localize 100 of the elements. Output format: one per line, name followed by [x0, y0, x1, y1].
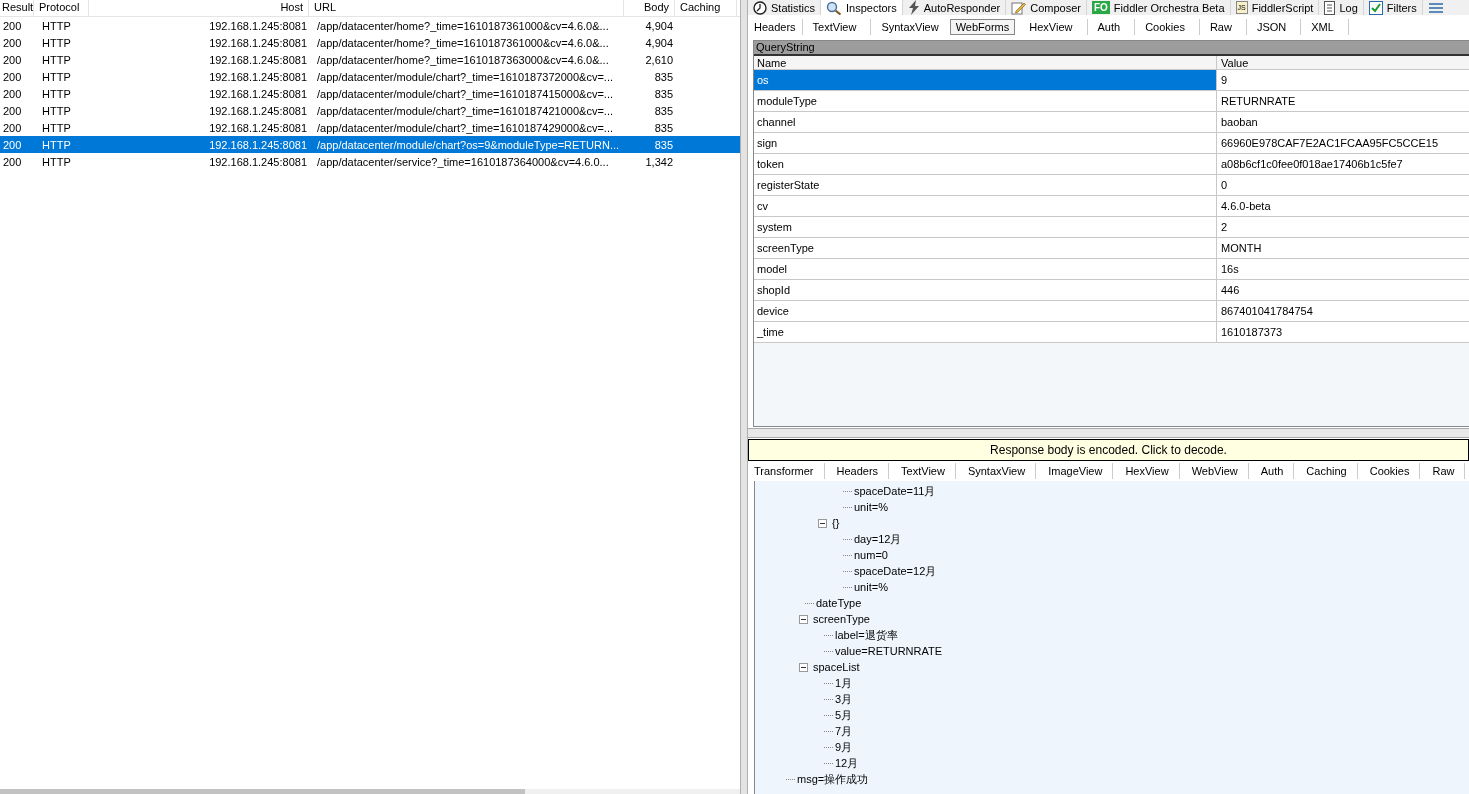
inspector-tab[interactable]: FO Fiddler Orchestra Beta [1086, 0, 1231, 15]
tree-node[interactable]: {} [831, 517, 841, 529]
request-tab[interactable]: Auth [1087, 18, 1136, 35]
collapse-icon[interactable] [818, 518, 827, 528]
table-cell: token [754, 154, 1217, 174]
table-cell-text: 192.168.1.245:8081 [208, 53, 308, 66]
column-header[interactable]: Name [754, 56, 1217, 69]
query-row[interactable]: shopId 446 [754, 280, 1469, 301]
session-row[interactable]: 200 HTTP 192.168.1.245:8081 /app/datacenter/home?_time=1610187361000&cv=4.6.0&... 4,904 [0, 34, 740, 51]
query-row[interactable]: _time 1610187373 [754, 322, 1469, 343]
tree-node[interactable]: 3月 [834, 691, 854, 707]
query-row[interactable]: system 2 [754, 217, 1469, 238]
session-row[interactable]: 200 HTTP 192.168.1.245:8081 /app/datacenter/service?_time=1610187364000&cv=4.6.0... 1,342 [0, 153, 740, 170]
request-tab[interactable]: XML [1301, 18, 1349, 35]
query-row[interactable]: moduleType RETURNRATE [754, 91, 1469, 112]
response-tab[interactable]: Raw [1420, 463, 1466, 479]
table-cell-text: /app/datacenter/module/chart?os=9&moduleType=RETURN... [316, 138, 621, 151]
splitter[interactable] [740, 0, 748, 794]
inspector-tab[interactable]: Log [1319, 0, 1364, 15]
table-cell: system [754, 217, 1217, 237]
column-header[interactable]: Protocol [34, 0, 89, 16]
tree-node[interactable]: label=退货率 [834, 627, 899, 643]
column-header[interactable]: Value [1217, 56, 1469, 69]
request-tab[interactable]: HexView [1019, 18, 1088, 35]
query-row[interactable]: model 16s [754, 259, 1469, 280]
table-cell-text: baoban [1220, 115, 1259, 130]
session-row[interactable]: 200 HTTP 192.168.1.245:8081 /app/datacenter/module/chart?_time=1610187429000&cv=... 835 [0, 119, 740, 136]
session-row[interactable]: 200 HTTP 192.168.1.245:8081 /app/datacenter/module/chart?_time=1610187415000&cv=... 835 [0, 85, 740, 102]
tree-node[interactable]: screenType [812, 613, 871, 625]
session-row[interactable]: 200 HTTP 192.168.1.245:8081 /app/datacenter/module/chart?_time=1610187421000&cv=... 835 [0, 102, 740, 119]
tree-node[interactable]: 1月 [834, 675, 854, 691]
list-icon[interactable] [1426, 0, 1445, 15]
table-cell-text: 1610187373 [1220, 325, 1284, 340]
collapse-icon[interactable] [799, 614, 808, 624]
response-tab[interactable]: HexView [1113, 463, 1180, 479]
table-cell: registerState [754, 175, 1217, 195]
tree-node[interactable]: dateType [815, 597, 863, 609]
inspector-tab[interactable]: Inspectors [821, 0, 903, 15]
inspector-tab[interactable]: AutoResponder [902, 0, 1007, 15]
session-row[interactable]: 200 HTTP 192.168.1.245:8081 /app/datacenter/home?_time=1610187363000&cv=4.6.0&... 2,610 [0, 51, 740, 68]
response-tab[interactable]: WebView [1179, 463, 1249, 479]
query-row[interactable]: sign 66960E978CAF7E2AC1FCAA95FC5CCE15 [754, 133, 1469, 154]
tree-node[interactable]: 7月 [834, 723, 854, 739]
tree-node[interactable]: unit=% [853, 581, 889, 593]
column-header[interactable]: Result [0, 0, 34, 16]
table-cell-text: /app/datacenter/home?_time=1610187363000&cv=4.6.0&... [316, 53, 610, 66]
query-row[interactable]: token a08b6cf1c0fee0f018ae17406b1c5fe7 [754, 154, 1469, 175]
inspector-tab[interactable]: Filters [1363, 0, 1423, 15]
response-tab[interactable]: Auth [1248, 463, 1295, 479]
response-tab[interactable]: Caching [1294, 463, 1358, 479]
table-cell-text: a08b6cf1c0fee0f018ae17406b1c5fe7 [1220, 157, 1404, 172]
decode-notice[interactable]: Response body is encoded. Click to decode. [748, 439, 1469, 461]
tree-node[interactable]: 9月 [834, 739, 854, 755]
request-tab[interactable]: Cookies [1135, 18, 1200, 35]
table-cell-text: HTTP [41, 87, 72, 100]
request-tab[interactable]: TextView [802, 18, 872, 35]
query-row[interactable]: os 9 [754, 70, 1469, 91]
response-tab[interactable]: SyntaxView [955, 463, 1037, 479]
table-cell-text: 200 [2, 155, 23, 168]
response-tab[interactable]: Transformer [748, 463, 825, 479]
tree-node[interactable]: day=12月 [853, 531, 903, 547]
tree-node[interactable]: spaceList [812, 661, 861, 673]
tree-node[interactable]: spaceDate=12月 [853, 563, 938, 579]
request-tab[interactable]: WebForms [949, 18, 1016, 35]
tree-node[interactable]: msg=操作成功 [796, 771, 870, 787]
collapse-icon[interactable] [799, 662, 808, 672]
inspector-tab[interactable]: Statistics [748, 0, 821, 15]
query-row[interactable]: screenType MONTH [754, 238, 1469, 259]
session-row[interactable]: 200 HTTP 192.168.1.245:8081 /app/datacenter/module/chart?_time=1610187372000&cv=... 835 [0, 68, 740, 85]
response-tab[interactable]: Cookies [1357, 463, 1421, 479]
query-row[interactable]: channel baoban [754, 112, 1469, 133]
table-cell-text: 4,904 [644, 36, 674, 49]
response-tab[interactable]: ImageView [1036, 463, 1114, 479]
request-tab[interactable]: Headers [748, 18, 803, 35]
tree-node[interactable]: 12月 [834, 755, 860, 771]
request-tab[interactable]: Raw [1199, 18, 1247, 35]
table-cell-text: 200 [2, 70, 23, 83]
session-row[interactable]: 200 HTTP 192.168.1.245:8081 /app/datacenter/home?_time=1610187361000&cv=4.6.0&... 4,904 [0, 17, 740, 34]
tree-node[interactable]: 5月 [834, 707, 854, 723]
table-cell: shopId [754, 280, 1217, 300]
response-tab[interactable]: Headers [824, 463, 890, 479]
table-cell-text: /app/datacenter/module/chart?_time=1610187421000&cv=... [316, 104, 614, 117]
query-row[interactable]: registerState 0 [754, 175, 1469, 196]
request-tab[interactable]: JSON [1246, 18, 1302, 35]
session-row[interactable]: 200 HTTP 192.168.1.245:8081 /app/datacenter/module/chart?os=9&moduleType=RETURN... 835 [0, 136, 740, 153]
column-header[interactable]: Body [624, 0, 675, 16]
response-tab[interactable]: TextView [889, 463, 956, 479]
inspector-tab[interactable]: Composer [1006, 0, 1087, 15]
tree-node[interactable]: unit=% [853, 501, 889, 513]
tree-node[interactable]: spaceDate=11月 [853, 483, 937, 499]
query-row[interactable]: cv 4.6.0-beta [754, 196, 1469, 217]
tree-node[interactable]: value=RETURNRATE [834, 645, 944, 657]
horizontal-scrollbar[interactable] [0, 789, 740, 794]
table-cell-text: HTTP [41, 19, 72, 32]
column-header[interactable]: Host [89, 0, 309, 16]
query-row[interactable]: device 867401041784754 [754, 301, 1469, 322]
column-header[interactable]: URL [309, 0, 624, 16]
tree-node[interactable]: num=0 [853, 549, 889, 561]
pane-splitter[interactable] [748, 428, 1469, 438]
column-header[interactable]: Caching [675, 0, 737, 16]
